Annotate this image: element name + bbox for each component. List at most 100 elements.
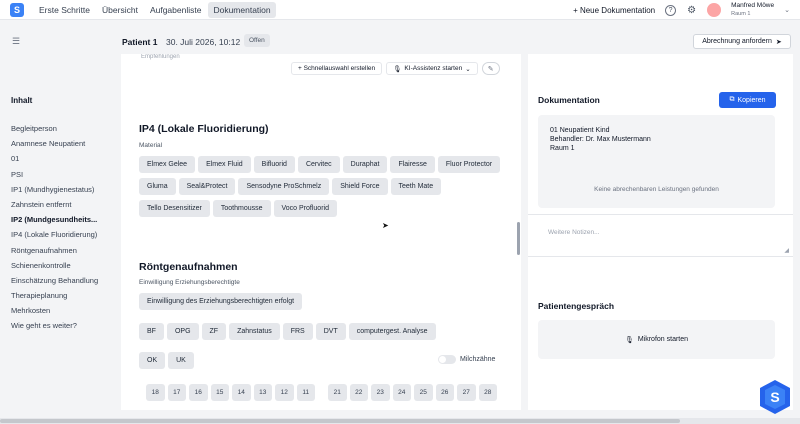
sidebar-item-wie-weiter[interactable]: Wie geht es weiter? [11,321,98,336]
sidebar-item-01[interactable]: 01 [11,154,98,169]
sidebar-list: Begleitperson Anamnese Neupatient 01 PSI… [11,124,98,337]
xray-type-chip[interactable]: DVT [315,323,346,340]
tooth-button[interactable]: 26 [435,384,454,401]
jaw-chip-ok[interactable]: OK [139,352,166,369]
material-chip[interactable]: Bifluorid [253,156,295,173]
milchzaehne-toggle[interactable] [438,355,456,364]
tooth-button[interactable]: 28 [478,384,497,401]
avatar[interactable] [707,3,722,17]
tooth-button[interactable]: 17 [167,384,186,401]
tooth-button[interactable]: 21 [328,384,347,401]
material-chip[interactable]: Fluor Protector [437,156,501,173]
sidebar-item-ip4[interactable]: IP4 (Lokale Fluoridierung) [11,230,98,245]
menu-collapse-icon[interactable]: ☰ [12,36,20,47]
tooth-selector: 18 17 16 15 14 13 12 11 21 22 23 24 25 2… [146,384,497,401]
material-chip[interactable]: Toothmousse [212,200,271,217]
new-documentation-button[interactable]: + Neue Dokumentation [573,6,655,15]
material-chip[interactable]: Tello Desensitizer [139,200,210,217]
tooth-button[interactable]: 16 [189,384,208,401]
gear-icon[interactable]: ⚙ [686,5,697,16]
sidebar-item-zahnstein[interactable]: Zahnstein entfernt [11,200,98,215]
mikrofon-starten-button[interactable]: 🎙 Mikrofon starten [538,320,775,359]
documentation-form: Empfehlungen + Schnellauswahl erstellen … [121,54,521,410]
tooth-button[interactable]: 13 [253,384,272,401]
nav-erste-schritte[interactable]: Erste Schritte [34,2,95,18]
material-row-2: Gluma Seal&Protect Sensodyne ProSchmelz … [139,178,442,195]
tooth-button[interactable]: 23 [371,384,390,401]
sidebar-item-roentgen[interactable]: Röntgenaufnahmen [11,246,98,261]
schnellauswahl-button[interactable]: + Schnellauswahl erstellen [291,62,383,75]
brand-shield-icon[interactable]: S [757,379,793,415]
pencil-icon[interactable]: ✎ [481,62,500,75]
nav-dokumentation[interactable]: Dokumentation [208,1,276,18]
nav-uebersicht[interactable]: Übersicht [97,2,143,18]
material-chip[interactable]: Teeth Mate [390,178,442,195]
material-chip[interactable]: Duraphat [342,156,388,173]
consent-button[interactable]: Einwilligung des Erziehungsberechtigten … [139,293,303,310]
form-scrollbar[interactable] [517,222,520,255]
tooth-button[interactable]: 18 [146,384,165,401]
chevron-down-icon[interactable]: ⌄ [784,6,790,14]
sidebar-item-begleitperson[interactable]: Begleitperson [11,124,98,139]
sidebar-item-psi[interactable]: PSI [11,170,98,185]
material-row-1: Elmex Gelee Elmex Fluid Bifluorid Cervit… [139,156,501,173]
material-row-3: Tello Desensitizer Toothmousse Voco Prof… [139,200,337,217]
sidebar-item-anamnese[interactable]: Anamnese Neupatient [11,139,98,154]
section-heading-cut: Empfehlungen [141,54,180,60]
ki-assistenz-button[interactable]: 🎙 KI-Assistenz starten ⌄ [386,62,478,75]
copy-icon: ⧉ [729,96,735,103]
tooth-button[interactable]: 25 [414,384,433,401]
abrechnung-anfordern-button[interactable]: Abrechnung anfordern ➤ [693,34,791,49]
main-nav: Erste Schritte Übersicht Aufgabenliste D… [34,1,276,18]
material-chip[interactable]: Flairesse [390,156,435,173]
sidebar-item-schienenkontrolle[interactable]: Schienenkontrolle [11,261,98,276]
sidebar-item-therapieplanung[interactable]: Therapieplanung [11,291,98,306]
app-logo[interactable]: S [10,2,24,17]
horizontal-scrollbar-thumb[interactable] [0,419,680,423]
patientengespraech-title: Patientengespräch [538,301,615,311]
xray-type-chip[interactable]: OPG [166,323,199,340]
resize-handle-icon[interactable]: ◢ [784,247,789,254]
tooth-button[interactable]: 15 [210,384,229,401]
sidebar-item-einschaetzung[interactable]: Einschätzung Behandlung [11,276,98,291]
xray-type-chip[interactable]: BF [139,323,164,340]
xray-type-chip[interactable]: FRS [282,323,313,340]
tooth-button[interactable]: 22 [349,384,368,401]
xray-type-chip[interactable]: Zahnstatus [229,323,280,340]
user-room: Raum 1 [731,11,751,17]
material-chip[interactable]: Cervitec [297,156,340,173]
xray-type-chip[interactable]: ZF [201,323,227,340]
material-chip[interactable]: Elmex Gelee [139,156,196,173]
roentgen-title: Röntgenaufnahmen [139,261,238,273]
copy-label: Kopieren [737,96,766,104]
material-chip[interactable]: Sensodyne ProSchmelz [238,178,330,195]
doc-line: 01 Neupatient Kind [550,127,610,134]
nav-aufgabenliste[interactable]: Aufgabenliste [145,2,207,18]
tooth-button[interactable]: 12 [275,384,294,401]
material-chip[interactable]: Seal&Protect [178,178,236,195]
material-chip[interactable]: Shield Force [332,178,388,195]
sidebar-item-ip2[interactable]: IP2 (Mundgesundheits... [11,215,98,230]
top-navigation-bar: S Erste Schritte Übersicht Aufgabenliste… [0,0,800,20]
tooth-button[interactable]: 27 [457,384,476,401]
material-chip[interactable]: Voco Profluorid [273,200,337,217]
xray-type-row: BF OPG ZF Zahnstatus FRS DVT computerges… [139,323,436,340]
copy-button[interactable]: ⧉ Kopieren [719,92,776,108]
chevron-down-icon: ⌄ [465,65,471,73]
jaw-chip-uk[interactable]: UK [168,352,194,369]
tooth-button[interactable]: 11 [296,384,315,401]
tooth-button[interactable]: 14 [232,384,251,401]
material-chip[interactable]: Gluma [139,178,176,195]
help-icon[interactable]: ? [665,4,677,16]
send-icon: ➤ [775,38,782,46]
doc-line: Raum 1 [550,145,575,152]
user-menu[interactable]: Manfred Möwe Raum 1 [731,2,774,18]
tooth-button[interactable]: 24 [392,384,411,401]
mic-icon: 🎙 [624,336,634,344]
notes-textarea[interactable]: Weitere Notizen... ◢ [528,214,793,257]
xray-type-chip[interactable]: computergest. Analyse [348,323,436,340]
material-label: Material [139,142,163,149]
sidebar-item-mehrkosten[interactable]: Mehrkosten [11,306,98,321]
sidebar-item-ip1[interactable]: IP1 (Mundhygienestatus) [11,185,98,200]
material-chip[interactable]: Elmex Fluid [198,156,251,173]
